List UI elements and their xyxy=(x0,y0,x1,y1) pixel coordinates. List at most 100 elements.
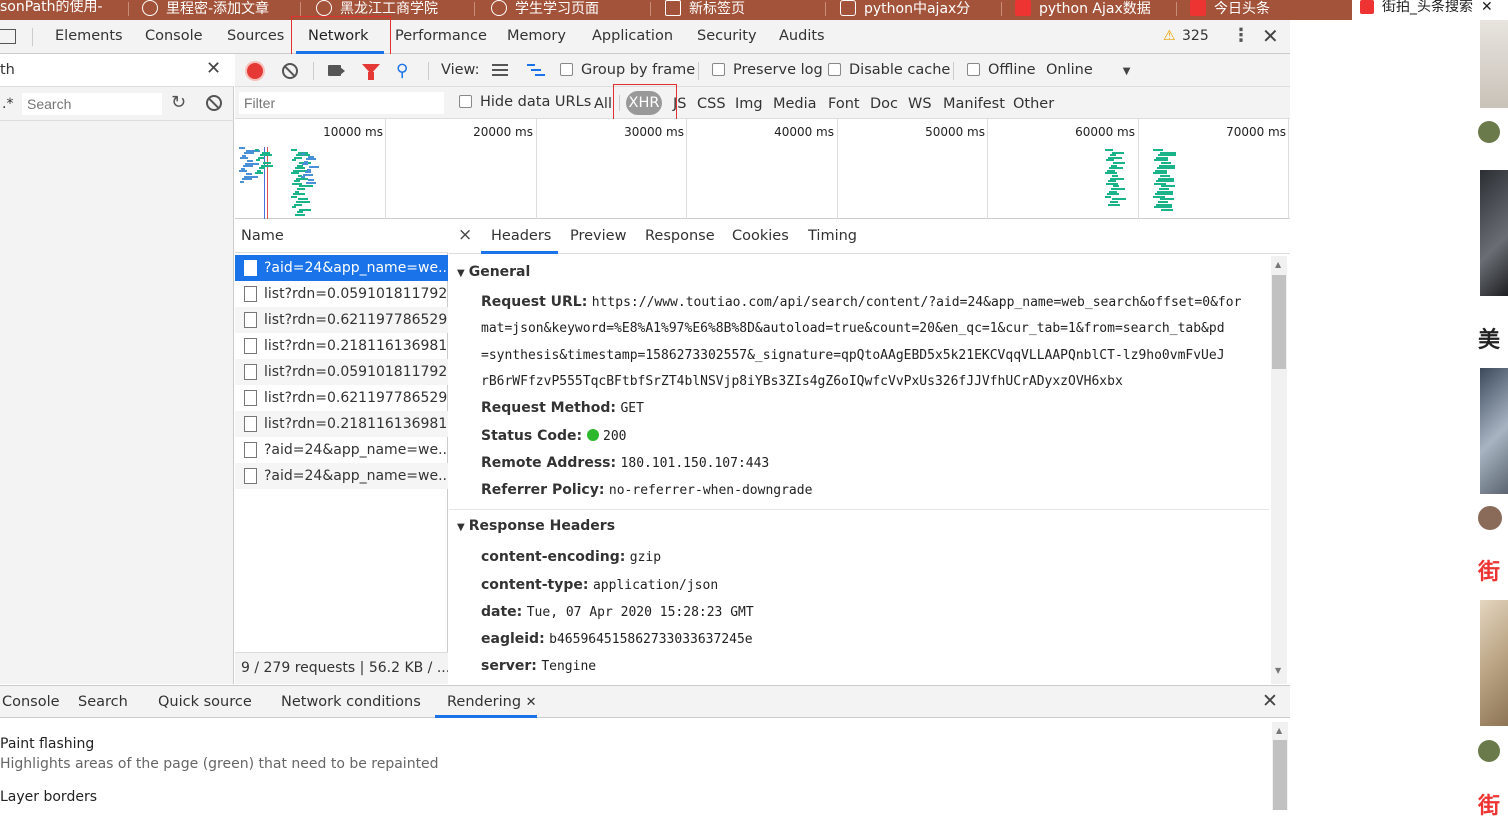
request-row[interactable]: list?rdn=0.621197786529... xyxy=(235,385,448,411)
article-title-snippet[interactable]: 美 xyxy=(1478,322,1500,354)
camera-icon[interactable] xyxy=(328,65,345,76)
record-icon[interactable] xyxy=(247,63,263,79)
filter-type-other[interactable]: Other xyxy=(1013,96,1054,112)
close-devtools-icon[interactable]: ✕ xyxy=(1262,24,1279,48)
drawer-tab-console[interactable]: Console xyxy=(2,686,60,718)
layer-borders-option[interactable]: Layer borders xyxy=(0,789,97,805)
checkbox[interactable] xyxy=(459,95,472,108)
request-row[interactable]: ?aid=24&app_name=we... xyxy=(235,255,448,281)
waterfall-view-icon[interactable] xyxy=(527,64,545,78)
browser-tab-active[interactable]: 街拍_头条搜索 ✕ xyxy=(1352,0,1508,20)
tab-timing[interactable]: Timing xyxy=(808,220,857,253)
browser-tab[interactable]: python Ajax数据 xyxy=(1015,0,1175,20)
tab-cookies[interactable]: Cookies xyxy=(732,220,789,253)
browser-tab[interactable]: 学生学习页面 xyxy=(491,0,649,20)
refresh-icon[interactable]: ↻ xyxy=(171,92,186,113)
scrollbar[interactable]: ▲ ▼ xyxy=(1271,256,1287,684)
checkbox[interactable] xyxy=(828,63,841,76)
tab-headers[interactable]: Headers xyxy=(491,220,551,253)
filter-type-doc[interactable]: Doc xyxy=(870,96,898,112)
drawer-tab-rendering[interactable]: Rendering ✕ xyxy=(447,686,537,718)
drawer-tab-search[interactable]: Search xyxy=(78,686,128,718)
article-thumbnail[interactable] xyxy=(1480,600,1508,726)
drawer-tab-network-conditions[interactable]: Network conditions xyxy=(281,686,421,718)
article-thumbnail[interactable] xyxy=(1480,170,1508,296)
article-title-snippet[interactable]: 街 xyxy=(1478,788,1500,820)
browser-tab[interactable]: sonPath的使用- xyxy=(0,0,130,20)
drawer-tab-quick-source[interactable]: Quick source xyxy=(158,686,252,718)
dock-side-icon[interactable] xyxy=(0,29,16,44)
checkbox[interactable] xyxy=(712,63,725,76)
filter-type-img[interactable]: Img xyxy=(735,96,763,112)
tab-console[interactable]: Console xyxy=(145,20,203,53)
request-row[interactable]: list?rdn=0.218116136981... xyxy=(235,333,448,359)
clear-icon[interactable] xyxy=(282,63,298,79)
avatar[interactable] xyxy=(1478,121,1500,143)
kebab-menu-icon[interactable]: ⋮ xyxy=(1232,25,1250,46)
article-title-snippet[interactable]: 街 xyxy=(1478,554,1500,586)
close-drawer-icon[interactable]: ✕ xyxy=(1262,690,1278,712)
search-query[interactable]: th xyxy=(0,62,15,78)
filter-type-css[interactable]: CSS xyxy=(697,96,726,112)
scroll-up-icon[interactable]: ▲ xyxy=(1275,260,1281,269)
tab-response[interactable]: Response xyxy=(645,220,715,253)
general-section-header[interactable]: ▼ General xyxy=(457,264,530,280)
filter-type-media[interactable]: Media xyxy=(773,96,817,112)
name-column-header[interactable]: Name xyxy=(241,228,284,244)
drawer-scrollbar[interactable]: ▲ xyxy=(1272,722,1288,810)
offline-checkbox[interactable]: Offline xyxy=(967,62,1036,78)
tab-sources[interactable]: Sources xyxy=(227,20,284,53)
search-input[interactable] xyxy=(22,93,162,115)
close-icon[interactable]: × xyxy=(458,225,472,245)
throttle-select[interactable]: Online ▼ xyxy=(1046,62,1130,78)
close-icon[interactable]: ✕ xyxy=(526,695,537,710)
article-thumbnail[interactable] xyxy=(1480,368,1508,494)
checkbox[interactable] xyxy=(560,63,573,76)
browser-tab[interactable]: python中ajax分 xyxy=(840,0,1000,20)
request-row[interactable]: list?rdn=0.621197786529... xyxy=(235,307,448,333)
browser-tab[interactable]: 里程密-添加文章 xyxy=(142,0,300,20)
warning-icon[interactable]: ⚠ xyxy=(1163,28,1176,44)
filter-type-js[interactable]: JS xyxy=(673,96,686,112)
request-row[interactable]: list?rdn=0.059101811792... xyxy=(235,359,448,385)
browser-tab[interactable]: 新标签页 xyxy=(665,0,823,20)
filter-type-manifest[interactable]: Manifest xyxy=(943,96,1005,112)
tab-application[interactable]: Application xyxy=(592,20,673,53)
disable-cache-checkbox[interactable]: Disable cache xyxy=(828,62,950,78)
request-row[interactable]: ?aid=24&app_name=we... xyxy=(235,437,448,463)
filter-type-ws[interactable]: WS xyxy=(908,96,932,112)
tab-performance[interactable]: Performance xyxy=(395,20,487,53)
close-icon[interactable]: ✕ xyxy=(1481,0,1493,15)
hide-data-urls-checkbox[interactable]: Hide data URLs xyxy=(459,94,591,110)
filter-type-all[interactable]: All xyxy=(594,96,612,112)
request-row[interactable]: list?rdn=0.218116136981... xyxy=(235,411,448,437)
checkbox[interactable] xyxy=(967,63,980,76)
browser-tab[interactable]: 今日头条 xyxy=(1190,0,1350,20)
search-icon[interactable]: ⚲ xyxy=(396,61,408,81)
tab-memory[interactable]: Memory xyxy=(507,20,566,53)
regex-toggle[interactable]: .* xyxy=(2,96,13,112)
paint-flashing-option[interactable]: Paint flashing xyxy=(0,736,94,752)
article-thumbnail[interactable] xyxy=(1480,20,1508,108)
list-view-icon[interactable] xyxy=(492,64,508,76)
avatar[interactable] xyxy=(1478,740,1500,762)
tab-security[interactable]: Security xyxy=(697,20,757,53)
filter-type-font[interactable]: Font xyxy=(828,96,860,112)
preserve-log-checkbox[interactable]: Preserve log xyxy=(712,62,823,78)
scrollbar-thumb[interactable] xyxy=(1272,275,1286,369)
close-icon[interactable]: ✕ xyxy=(206,58,221,79)
filter-input[interactable] xyxy=(239,92,444,114)
scroll-up-icon[interactable]: ▲ xyxy=(1276,726,1282,735)
warnings-count[interactable]: 325 xyxy=(1182,28,1209,44)
response-headers-section-header[interactable]: ▼ Response Headers xyxy=(457,518,615,534)
clear-icon[interactable] xyxy=(206,95,222,111)
avatar[interactable] xyxy=(1478,506,1502,530)
tab-elements[interactable]: Elements xyxy=(55,20,123,53)
tab-preview[interactable]: Preview xyxy=(570,220,626,253)
scroll-down-icon[interactable]: ▼ xyxy=(1275,666,1281,675)
scrollbar-thumb[interactable] xyxy=(1273,740,1287,810)
request-list-header[interactable]: Name xyxy=(235,220,448,253)
request-row[interactable]: list?rdn=0.059101811792... xyxy=(235,281,448,307)
network-overview[interactable]: 10000 ms 20000 ms 30000 ms 40000 ms 5000… xyxy=(235,119,1290,219)
request-row[interactable]: ?aid=24&app_name=we... xyxy=(235,463,448,489)
